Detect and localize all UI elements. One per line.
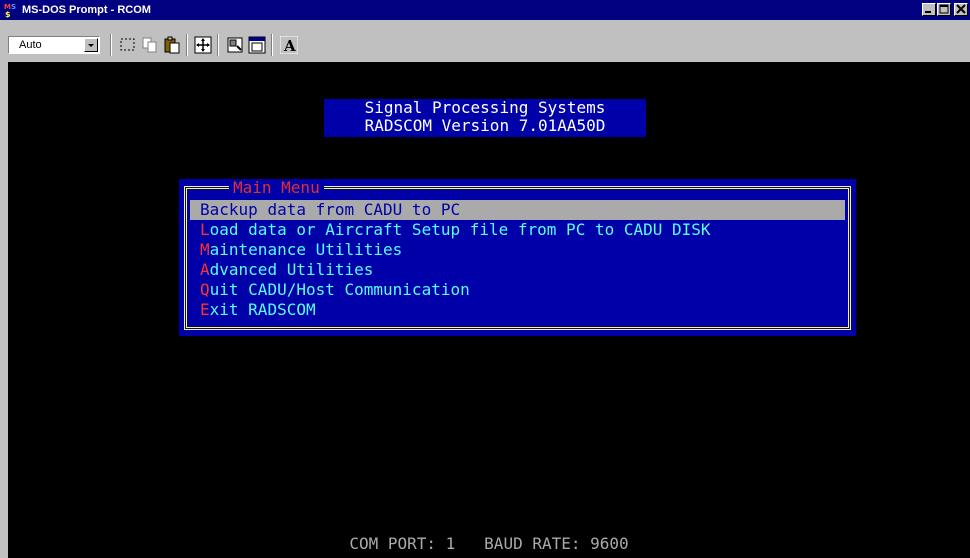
menu-list: Backup data from CADU to PC Load data or…	[190, 200, 845, 320]
toolbar: Auto A	[0, 20, 970, 62]
maximize-icon	[939, 4, 949, 14]
toolbar-separator	[217, 34, 219, 56]
font-size-value: Auto	[19, 39, 42, 51]
menu-item-backup[interactable]: Backup data from CADU to PC	[190, 200, 845, 220]
toolbar-separator	[110, 34, 112, 56]
paste-icon	[164, 36, 180, 54]
svg-text:$: $	[5, 10, 11, 18]
program-header: Signal Processing Systems RADSCOM Versio…	[324, 99, 646, 137]
close-icon	[956, 4, 966, 14]
mark-icon	[120, 38, 135, 51]
menu-item-maintenance[interactable]: Maintenance Utilities	[190, 240, 845, 260]
background-button[interactable]	[247, 35, 267, 55]
menu-item-label: ackup data from CADU to PC	[209, 200, 461, 219]
font-icon: A	[280, 36, 298, 54]
copy-icon	[142, 37, 157, 53]
menu-item-label: aintenance Utilities	[209, 240, 403, 259]
header-version: RADSCOM Version 7.01AA50D	[364, 116, 606, 135]
minimize-button[interactable]	[922, 3, 936, 16]
close-button[interactable]	[954, 3, 968, 16]
svg-text:A: A	[283, 37, 296, 54]
main-menu-panel: Main Menu Backup data from CADU to PC Lo…	[179, 179, 856, 336]
full-screen-icon	[194, 36, 212, 54]
status-line: COM PORT: 1 BAUD RATE: 9600	[349, 534, 629, 553]
svg-text:S: S	[11, 3, 16, 11]
title-bar[interactable]: M S $ MS-DOS Prompt - RCOM	[0, 0, 970, 20]
toolbar-separator	[186, 34, 188, 56]
toolbar-separator	[271, 34, 273, 56]
chevron-down-icon[interactable]	[84, 38, 98, 52]
menu-item-label: xit RADSCOM	[209, 300, 316, 319]
minimize-icon	[925, 11, 931, 13]
hotkey: B	[200, 200, 210, 219]
menu-item-label: uit CADU/Host Communication	[209, 280, 470, 299]
msdos-window: M S $ MS-DOS Prompt - RCOM Auto A Signal…	[0, 0, 970, 558]
menu-item-load[interactable]: Load data or Aircraft Setup file from PC…	[190, 220, 845, 240]
window-title: MS-DOS Prompt - RCOM	[22, 4, 151, 16]
mark-button[interactable]	[118, 35, 138, 55]
menu-item-label: oad data or Aircraft Setup file from PC …	[209, 220, 711, 239]
menu-item-advanced[interactable]: Advanced Utilities	[190, 260, 845, 280]
header-company: Signal Processing Systems	[364, 98, 606, 117]
properties-button[interactable]	[225, 35, 245, 55]
font-button[interactable]: A	[279, 35, 299, 55]
console-screen[interactable]: Signal Processing Systems RADSCOM Versio…	[8, 62, 970, 558]
background-icon	[248, 36, 266, 54]
maximize-button[interactable]	[937, 3, 951, 16]
full-screen-button[interactable]	[193, 35, 213, 55]
hotkey: M	[200, 240, 210, 259]
menu-item-quit[interactable]: Quit CADU/Host Communication	[190, 280, 845, 300]
hotkey: A	[200, 260, 210, 279]
copy-button[interactable]	[140, 35, 160, 55]
menu-item-exit[interactable]: Exit RADSCOM	[190, 300, 845, 320]
hotkey: Q	[200, 280, 210, 299]
menu-title: Main Menu	[229, 179, 324, 196]
hotkey: E	[200, 300, 210, 319]
msdos-icon: M S $	[3, 2, 19, 19]
properties-icon	[227, 37, 243, 53]
font-size-select[interactable]: Auto	[8, 36, 100, 54]
menu-item-label: dvanced Utilities	[209, 260, 374, 279]
hotkey: L	[200, 220, 210, 239]
paste-button[interactable]	[162, 35, 182, 55]
